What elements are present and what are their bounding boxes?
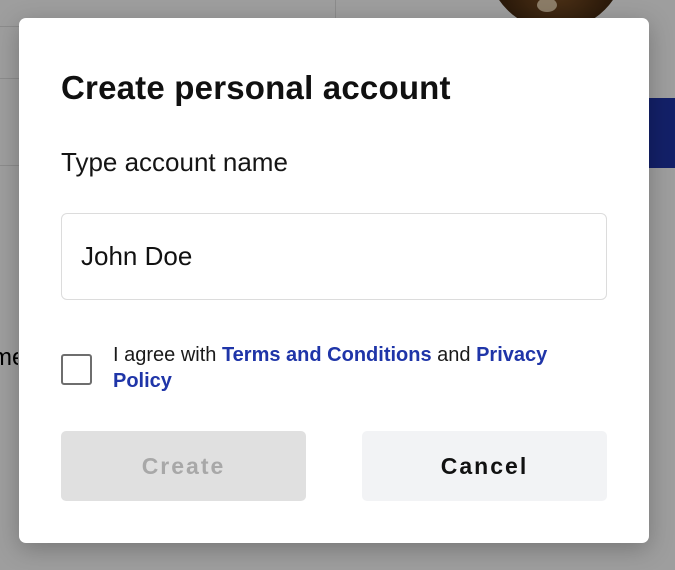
agree-middle: and [431, 344, 477, 366]
cancel-button[interactable]: Cancel [362, 431, 607, 501]
terms-link[interactable]: Terms and Conditions [222, 344, 432, 366]
agree-checkbox[interactable] [61, 354, 92, 385]
account-name-input[interactable] [61, 213, 607, 300]
agree-prefix: I agree with [113, 344, 222, 366]
create-account-dialog: Create personal account Type account nam… [19, 18, 649, 543]
agree-text: I agree with Terms and Conditions and Pr… [113, 342, 573, 394]
dialog-title: Create personal account [61, 69, 451, 106]
create-button[interactable]: Create [61, 431, 306, 501]
account-name-label: Type account name [61, 147, 288, 177]
